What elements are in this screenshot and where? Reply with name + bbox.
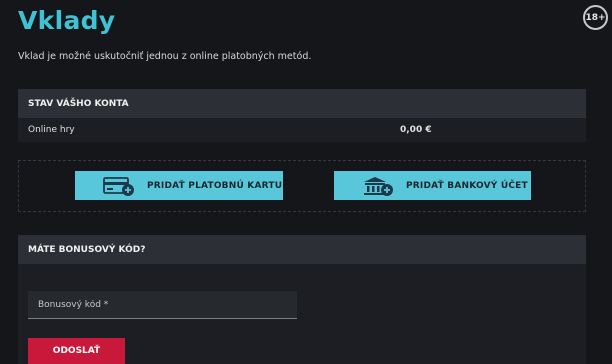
add-payment-card-label: PRIDAŤ PLATOBNÚ KARTU <box>147 180 283 191</box>
bonus-code-header: MÁTE BONUSOVÝ KÓD? <box>18 235 586 264</box>
add-bank-account-button[interactable]: PRIDAŤ BANKOVÝ ÚČET <box>334 171 531 200</box>
bonus-code-panel: MÁTE BONUSOVÝ KÓD? ODOSLAŤ <box>18 235 586 364</box>
add-payment-card-button[interactable]: PRIDAŤ PLATOBNÚ KARTU <box>75 171 283 200</box>
page-title: Vklady <box>18 6 116 35</box>
submit-bonus-button[interactable]: ODOSLAŤ <box>28 338 125 364</box>
account-status-header: STAV VÁŠHO KONTA <box>18 89 586 118</box>
add-bank-account-label: PRIDAŤ BANKOVÝ ÚČET <box>406 180 528 191</box>
credit-card-plus-icon <box>103 175 135 200</box>
bonus-code-field[interactable] <box>28 291 297 319</box>
account-status-panel: STAV VÁŠHO KONTA Online hry 0,00 € <box>18 89 586 142</box>
deposit-intro-text: Vklad je možné uskutočniť jednou z onlin… <box>18 51 312 62</box>
age-restriction-badge: 18+ <box>583 5 608 30</box>
account-row-online-games: Online hry 0,00 € <box>18 118 586 142</box>
account-row-amount: 0,00 € <box>400 125 432 135</box>
payment-methods-area: PRIDAŤ PLATOBNÚ KARTU PRIDAŤ BANKOVÝ ÚČE… <box>18 160 586 212</box>
bonus-code-input[interactable] <box>28 291 297 318</box>
bank-plus-icon <box>362 175 394 200</box>
account-row-label: Online hry <box>28 125 75 135</box>
